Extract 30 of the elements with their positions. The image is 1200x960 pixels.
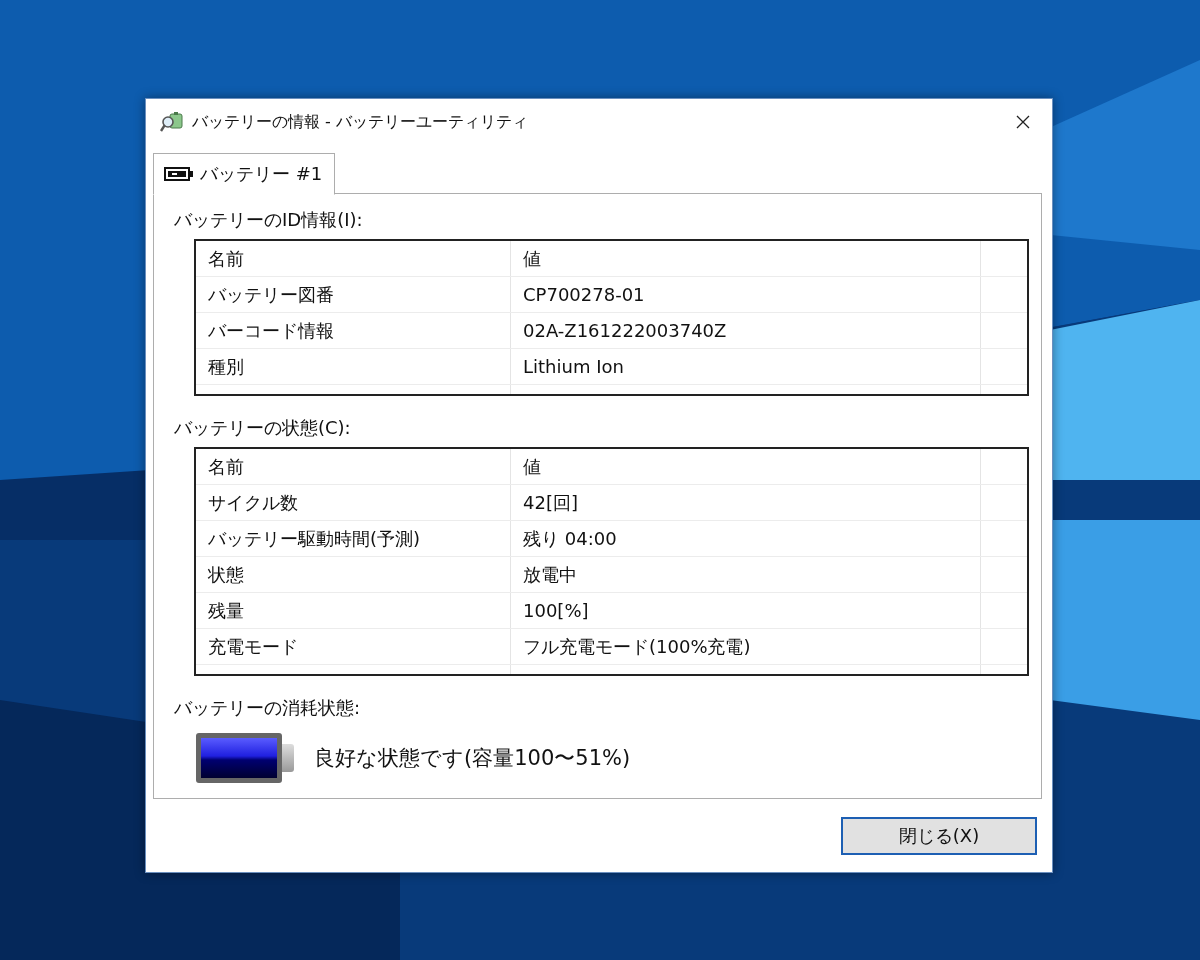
group-label: バッテリーの消耗状態: (174, 696, 362, 720)
table-cell: 充電モード (196, 629, 511, 664)
table-cell: Lithium Ion (511, 349, 981, 384)
table-cell: CP700278-01 (511, 277, 981, 312)
magnifier-battery-icon (160, 111, 184, 133)
column-header[interactable]: 値 (511, 241, 981, 276)
battery-icon (164, 166, 194, 182)
table-cell: バッテリー駆動時間(予測) (196, 521, 511, 556)
close-button[interactable]: 閉じる(X) (841, 817, 1037, 855)
table-cell: 残り 04:00 (511, 521, 981, 556)
table-cell: 42[回] (511, 485, 981, 520)
window-title: バッテリーの情報 - バッテリーユーティリティ (192, 111, 529, 133)
table-cell: 放電中 (511, 557, 981, 592)
column-header[interactable]: 名前 (196, 449, 511, 484)
column-header[interactable]: 名前 (196, 241, 511, 276)
table-cell: フル充電モード(100%充電) (511, 629, 981, 664)
group-label: バッテリーの状態(C): (174, 416, 352, 440)
table-cell: 残量 (196, 593, 511, 628)
table-cell: サイクル数 (196, 485, 511, 520)
column-header[interactable]: 値 (511, 449, 981, 484)
group-label: バッテリーのID情報(I): (174, 208, 364, 232)
table-cell: 02A-Z161222003740Z (511, 313, 981, 348)
table-cell: 100[%] (511, 593, 981, 628)
table-cell: 種別 (196, 349, 511, 384)
table-cell: バッテリー図番 (196, 277, 511, 312)
tab[interactable]: バッテリー #1 (153, 153, 336, 195)
status-text: 良好な状態です(容量100〜51%) (314, 745, 631, 772)
close-icon (1015, 114, 1031, 130)
table-cell: バーコード情報 (196, 313, 511, 348)
table-cell: 状態 (196, 557, 511, 592)
